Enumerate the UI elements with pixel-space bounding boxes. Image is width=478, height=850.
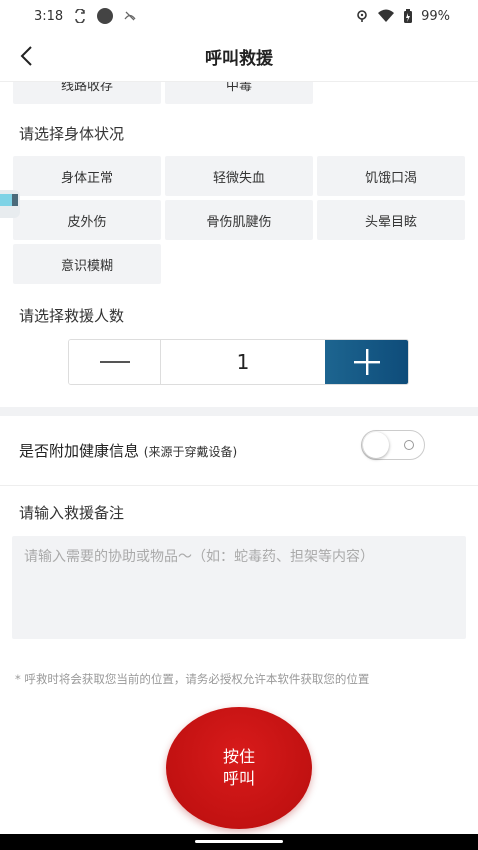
previous-option-grid: 线路收存 中毒 xyxy=(13,82,465,104)
body-status-label: 请选择身体状况 xyxy=(19,125,125,143)
health-info-source: (来源于穿戴设备) xyxy=(143,445,238,459)
rescue-form[interactable]: 线路收存 中毒 请选择身体状况 身体正常 轻微失血 饥饿口渴 皮外伤 骨伤肌腱伤… xyxy=(0,82,478,834)
hold-to-call-button[interactable]: 按住 呼叫 xyxy=(166,707,312,829)
option-chip[interactable]: 中毒 xyxy=(165,82,313,104)
rescue-count-label: 请选择救援人数 xyxy=(19,307,125,325)
remark-label: 请输入救援备注 xyxy=(19,504,125,522)
toggle-off-icon xyxy=(404,440,414,450)
notification-dot-icon xyxy=(97,8,114,24)
body-status-chip[interactable]: 饥饿口渴 xyxy=(317,156,465,196)
health-info-toggle[interactable] xyxy=(361,430,425,460)
decrement-button[interactable] xyxy=(69,340,161,384)
wifi-icon xyxy=(378,9,395,22)
increment-button[interactable] xyxy=(325,340,408,384)
health-info-row: 是否附加健康信息 (来源于穿戴设备) xyxy=(0,416,478,486)
body-status-chip[interactable]: 皮外伤 xyxy=(13,200,161,240)
call-button-line1: 按住 xyxy=(222,747,255,766)
battery-level: 99% xyxy=(421,8,450,24)
rescue-count-stepper: 1 xyxy=(68,339,409,385)
page-title: 呼叫救援 xyxy=(205,49,273,69)
health-info-title: 是否附加健康信息 xyxy=(19,442,140,460)
health-info-label: 是否附加健康信息 (来源于穿戴设备) xyxy=(19,440,237,461)
toggle-knob xyxy=(363,432,389,458)
system-nav-bar xyxy=(0,834,478,850)
floating-assistant-icon[interactable] xyxy=(0,184,22,224)
body-status-grid: 身体正常 轻微失血 饥饿口渴 皮外伤 骨伤肌腱伤 头晕目眩 意识模糊 xyxy=(13,156,465,284)
location-icon xyxy=(357,10,367,22)
body-status-chip[interactable]: 骨伤肌腱伤 xyxy=(165,200,313,240)
sync-icon xyxy=(75,9,86,23)
status-bar: 3:18 99% xyxy=(0,0,478,32)
remark-input[interactable] xyxy=(12,536,466,639)
home-indicator[interactable] xyxy=(195,840,283,843)
location-notice: * 呼救时将会获取您当前的位置，请务必授权允许本软件获取您的位置 xyxy=(15,672,370,686)
body-status-chip[interactable]: 头晕目眩 xyxy=(317,200,465,240)
body-status-chip[interactable]: 意识模糊 xyxy=(13,244,161,284)
body-status-chip[interactable]: 轻微失血 xyxy=(165,156,313,196)
plus-icon xyxy=(353,349,380,375)
status-time: 3:18 xyxy=(34,8,64,24)
no-signal-icon xyxy=(124,11,136,21)
rescue-count-value[interactable]: 1 xyxy=(161,340,325,384)
minus-icon xyxy=(99,361,130,363)
call-button-line2: 呼叫 xyxy=(222,769,255,788)
app-bar: 呼叫救援 xyxy=(0,32,478,82)
option-chip[interactable]: 线路收存 xyxy=(13,82,161,104)
back-arrow-icon[interactable] xyxy=(14,42,42,70)
battery-icon xyxy=(404,8,413,23)
section-divider xyxy=(0,407,478,416)
body-status-chip[interactable]: 身体正常 xyxy=(13,156,161,196)
